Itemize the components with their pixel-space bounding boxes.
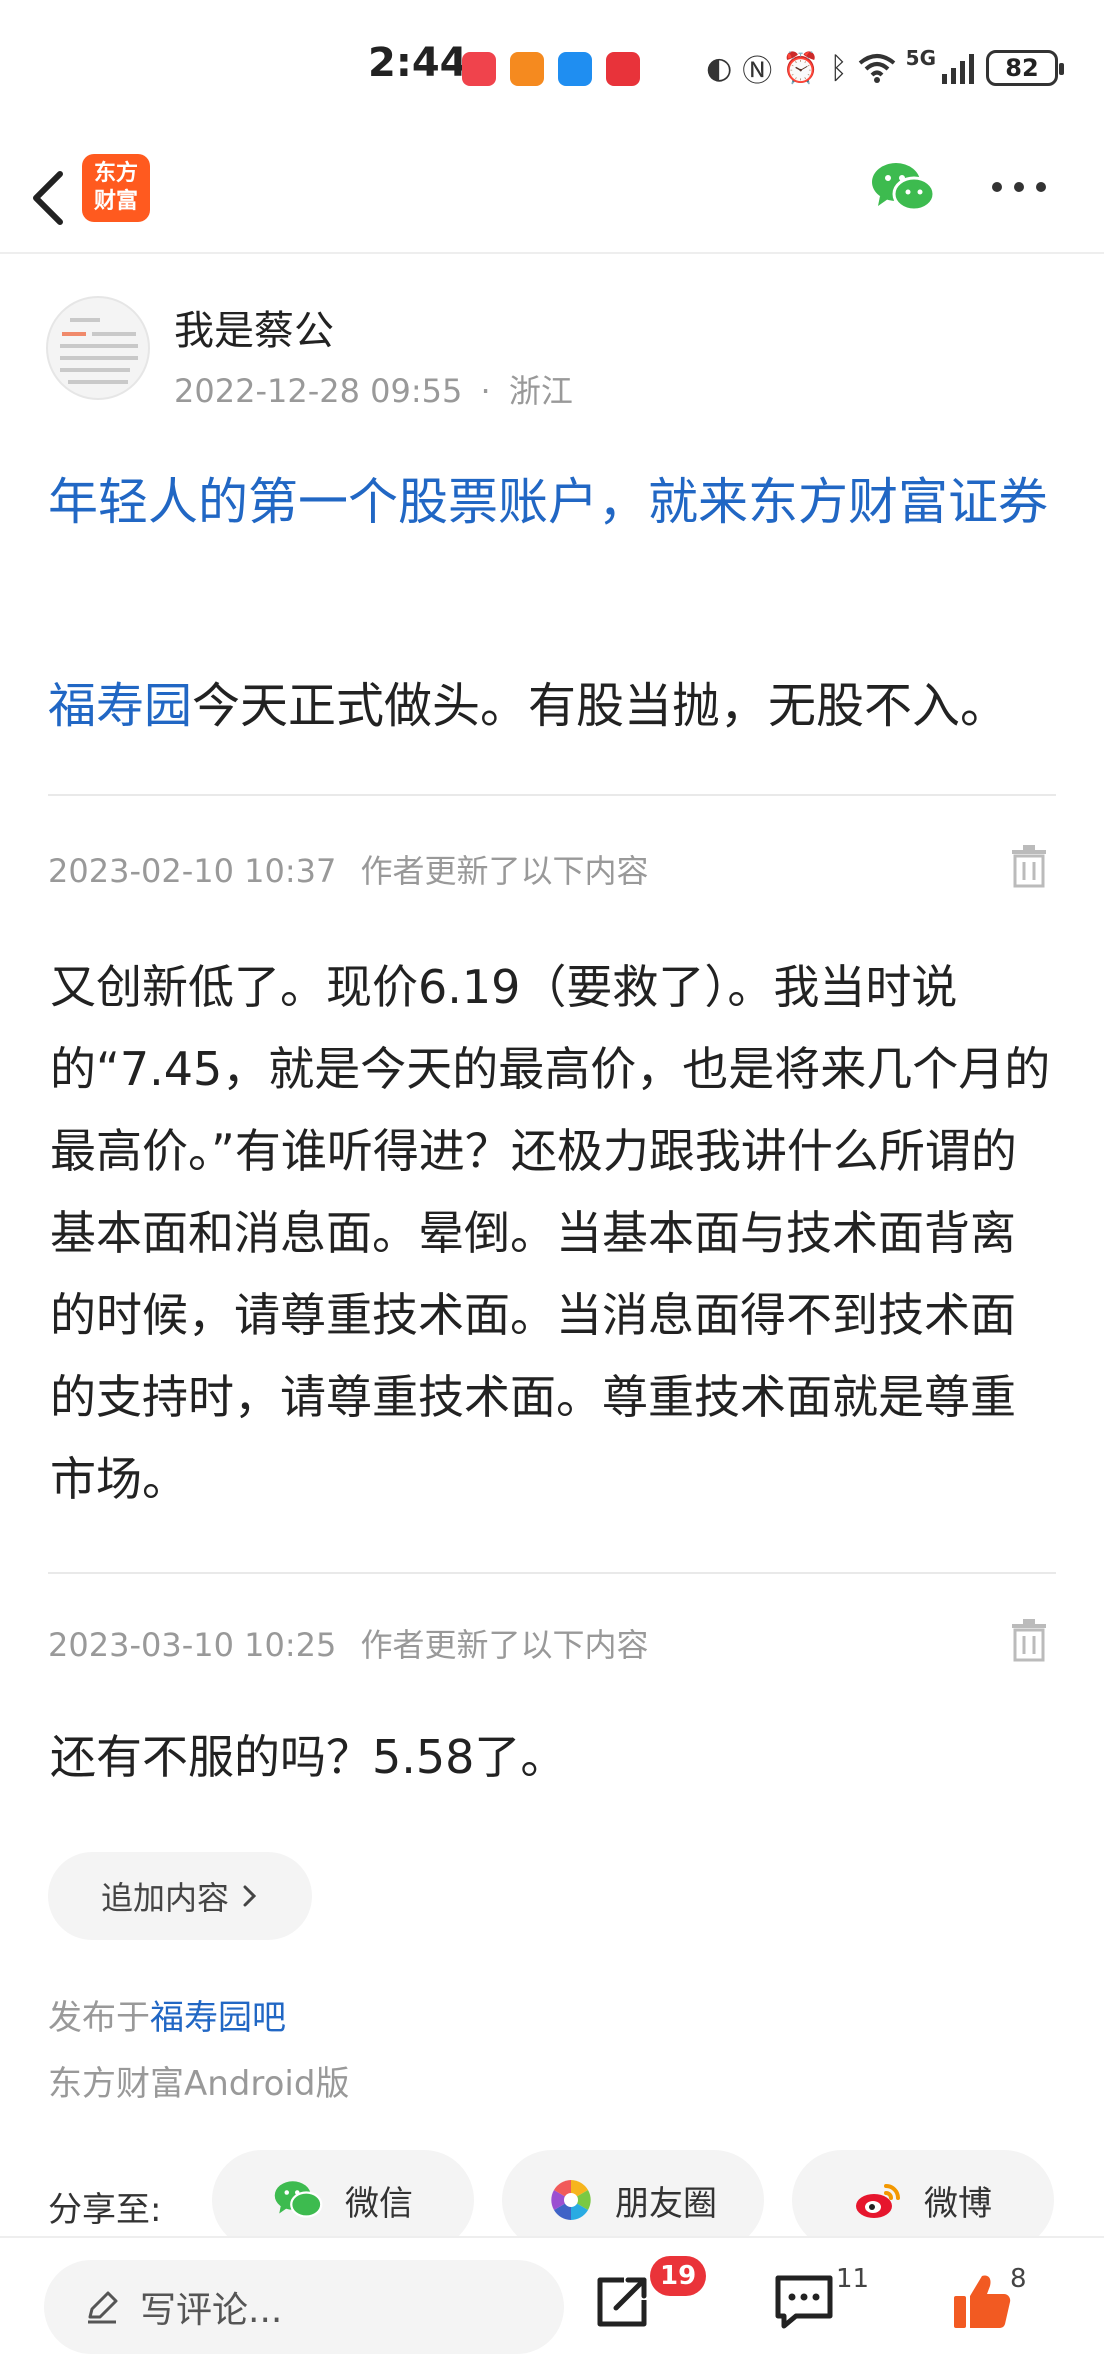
hd-icon: ◐ — [706, 50, 733, 86]
posted-prefix: 发布于 — [48, 1998, 150, 2038]
battery-icon: 82 — [986, 50, 1064, 86]
alarm-icon: ⏰ — [782, 50, 820, 86]
back-arrow-icon[interactable] — [22, 162, 82, 232]
divider — [48, 794, 1056, 796]
like-count: 8 — [1010, 2264, 1027, 2294]
share-label: 分享至: — [48, 2190, 162, 2230]
author-name[interactable]: 我是蔡公 — [174, 298, 334, 356]
more-options-button[interactable] — [992, 172, 1062, 202]
delete-icon[interactable] — [1010, 1618, 1048, 1662]
share-moments-button[interactable]: 朋友圈 — [502, 2150, 764, 2250]
status-icons: ◐ Ⓝ ⏰ ᛒ 5G 82 — [706, 46, 1064, 90]
comment-input[interactable]: 写评论... — [44, 2260, 564, 2354]
dot-icon — [992, 182, 1002, 192]
update-timestamp: 2023-03-10 10:25 — [48, 1626, 337, 1664]
share-moments-label: 朋友圈 — [615, 2183, 717, 2224]
posted-in: 发布于福寿园吧 — [48, 1990, 286, 2039]
forum-link[interactable]: 福寿园吧 — [150, 1998, 286, 2038]
post-datetime: 2022-12-28 09:55 — [174, 372, 463, 410]
wechat-share-icon[interactable] — [870, 160, 936, 216]
signal-icon — [942, 54, 974, 84]
update-note: 作者更新了以下内容 — [360, 852, 649, 890]
app-notification-icon — [606, 52, 640, 86]
post-title-link[interactable]: 年轻人的第一个股票账户，就来东方财富证券 — [48, 462, 1058, 542]
share-count-badge: 19 — [650, 2256, 707, 2296]
status-time: 2:44 — [368, 40, 468, 86]
like-thumb-icon[interactable] — [950, 2270, 1014, 2334]
share-weibo-label: 微博 — [924, 2183, 992, 2224]
update-header: 2023-03-10 10:25 作者更新了以下内容 — [48, 1620, 649, 1666]
eastmoney-logo[interactable]: 东方 财富 — [82, 154, 150, 222]
update-header: 2023-02-10 10:37 作者更新了以下内容 — [48, 846, 649, 892]
share-wechat-button[interactable]: 微信 — [212, 2150, 474, 2250]
meta-separator: · — [480, 372, 491, 410]
nfc-icon: Ⓝ — [742, 54, 773, 89]
app-notification-icon — [510, 52, 544, 86]
post-body: 福寿园今天正式做头。有股当抛，无股不入。 — [48, 666, 1058, 746]
share-weibo-button[interactable]: 微博 — [792, 2150, 1054, 2250]
status-bar: 2:44 ◐ Ⓝ ⏰ ᛒ 5G 82 — [0, 0, 1104, 140]
comment-count: 11 — [836, 2264, 870, 2294]
app-notification-icon — [558, 52, 592, 86]
divider — [48, 1572, 1056, 1574]
delete-icon[interactable] — [1010, 844, 1048, 888]
post-body-text: 今天正式做头。有股当抛，无股不入。 — [192, 678, 1009, 734]
moments-icon — [551, 2180, 591, 2220]
bluetooth-icon: ᛒ — [829, 50, 848, 86]
wifi-icon — [858, 54, 895, 83]
weibo-icon — [856, 2184, 900, 2218]
stock-link[interactable]: 福寿园 — [48, 678, 192, 734]
post-meta: 2022-12-28 09:55 · 浙江 — [174, 366, 573, 412]
update-text: 还有不服的吗？5.58了。 — [50, 1730, 567, 1784]
comment-icon[interactable] — [772, 2270, 836, 2334]
chevron-right-icon — [243, 1885, 257, 1907]
bottom-action-bar: 写评论... 19 11 8 — [0, 2236, 1104, 2376]
network-type: 5G — [905, 46, 936, 70]
update-timestamp: 2023-02-10 10:37 — [48, 852, 337, 890]
dot-icon — [1014, 182, 1024, 192]
pencil-icon — [88, 2291, 118, 2324]
dot-icon — [1036, 182, 1046, 192]
update-text: 又创新低了。现价6.19（要救了）。我当时说的“7.45，就是今天的最高价，也是… — [50, 960, 1051, 1506]
platform-label: 东方财富Android版 — [48, 2064, 350, 2104]
top-nav: 东方 财富 — [0, 140, 1104, 254]
add-content-button[interactable]: 追加内容 — [48, 1852, 312, 1940]
author-avatar[interactable] — [46, 296, 150, 400]
add-content-label: 追加内容 — [100, 1879, 229, 1917]
comment-placeholder: 写评论... — [140, 2290, 283, 2331]
share-wechat-label: 微信 — [345, 2183, 413, 2224]
post-location: 浙江 — [508, 372, 573, 410]
update-note: 作者更新了以下内容 — [360, 1626, 649, 1664]
app-notification-icon — [462, 52, 496, 86]
wechat-icon — [274, 2181, 323, 2218]
share-icon[interactable] — [590, 2270, 654, 2334]
